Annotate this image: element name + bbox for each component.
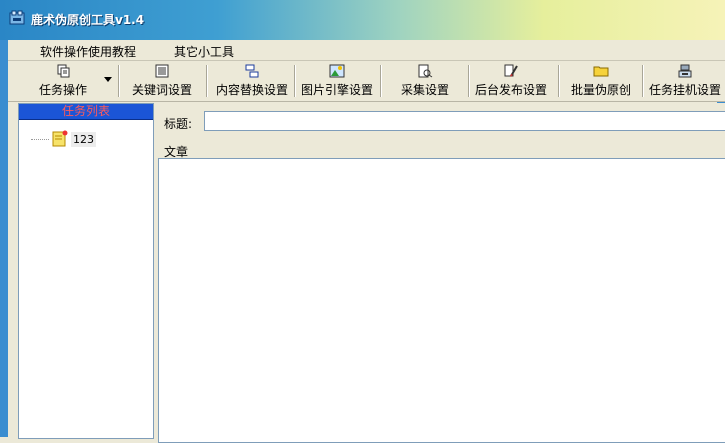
collect-icon	[418, 64, 433, 78]
toolbar-separator	[642, 65, 644, 97]
server-icon	[678, 64, 692, 78]
task-hangup-settings-button[interactable]: 任务挂机设置	[646, 63, 724, 99]
folder-icon	[593, 66, 609, 77]
toolbar-separator	[468, 65, 470, 97]
title-bar[interactable]: 鹿术伪原创工具v1.4	[0, 0, 725, 40]
toolbar-separator	[558, 65, 560, 97]
toolbar-separator	[294, 65, 296, 97]
toolbar-separator	[380, 65, 382, 97]
image-engine-settings-button[interactable]: 图片引擎设置	[298, 63, 376, 99]
batch-rewrite-label: 批量伪原创	[570, 83, 631, 97]
keyword-settings-label: 关键词设置	[131, 83, 192, 97]
backend-publish-settings-label: 后台发布设置	[474, 83, 547, 97]
task-operation-button[interactable]: 任务操作	[28, 63, 98, 99]
menu-tools[interactable]: 其它小工具	[174, 43, 234, 60]
title-label: 标题:	[164, 117, 193, 131]
image-engine-settings-label: 图片引擎设置	[300, 83, 373, 97]
publish-icon	[504, 64, 518, 77]
chevron-down-icon[interactable]	[104, 77, 112, 83]
task-hangup-settings-label: 任务挂机设置	[648, 83, 721, 97]
toolbar: 任务操作 关键词设置 内容替换设置 图片引擎设置 采集设置 后台发布设置 批量伪…	[8, 61, 725, 102]
task-list-header: 任务列表	[19, 104, 153, 120]
task-list-header-label: 任务列表	[61, 104, 110, 118]
window-title: 鹿术伪原创工具v1.4	[31, 13, 145, 27]
batch-rewrite-button[interactable]: 批量伪原创	[562, 63, 640, 99]
article-textarea[interactable]	[158, 158, 725, 443]
menu-bar: 软件操作使用教程 其它小工具	[8, 40, 725, 61]
task-list-panel: 任务列表 123	[18, 103, 154, 439]
tree-connector	[31, 138, 49, 140]
collect-settings-label: 采集设置	[400, 83, 449, 97]
keyword-icon	[155, 64, 169, 78]
task-note-icon	[52, 130, 68, 147]
task-operation-label: 任务操作	[38, 83, 87, 97]
content-replace-settings-button[interactable]: 内容替换设置	[212, 63, 292, 99]
task-item-label: 123	[71, 131, 96, 147]
backend-publish-settings-button[interactable]: 后台发布设置	[472, 63, 550, 99]
list-item[interactable]: 123	[31, 129, 96, 149]
toolbar-separator	[118, 65, 120, 97]
toolbar-separator	[206, 65, 208, 97]
app-icon	[9, 10, 25, 25]
image-icon	[329, 64, 345, 78]
replace-icon	[245, 64, 259, 78]
content-replace-settings-label: 内容替换设置	[215, 83, 288, 97]
collect-settings-button[interactable]: 采集设置	[386, 63, 464, 99]
menu-tutorial[interactable]: 软件操作使用教程	[40, 43, 136, 60]
keyword-settings-button[interactable]: 关键词设置	[128, 63, 196, 99]
window-frame-left	[0, 40, 8, 437]
title-input[interactable]	[204, 111, 725, 131]
copy-icon	[57, 64, 70, 78]
editor-panel: 标题: 文章	[155, 103, 725, 443]
